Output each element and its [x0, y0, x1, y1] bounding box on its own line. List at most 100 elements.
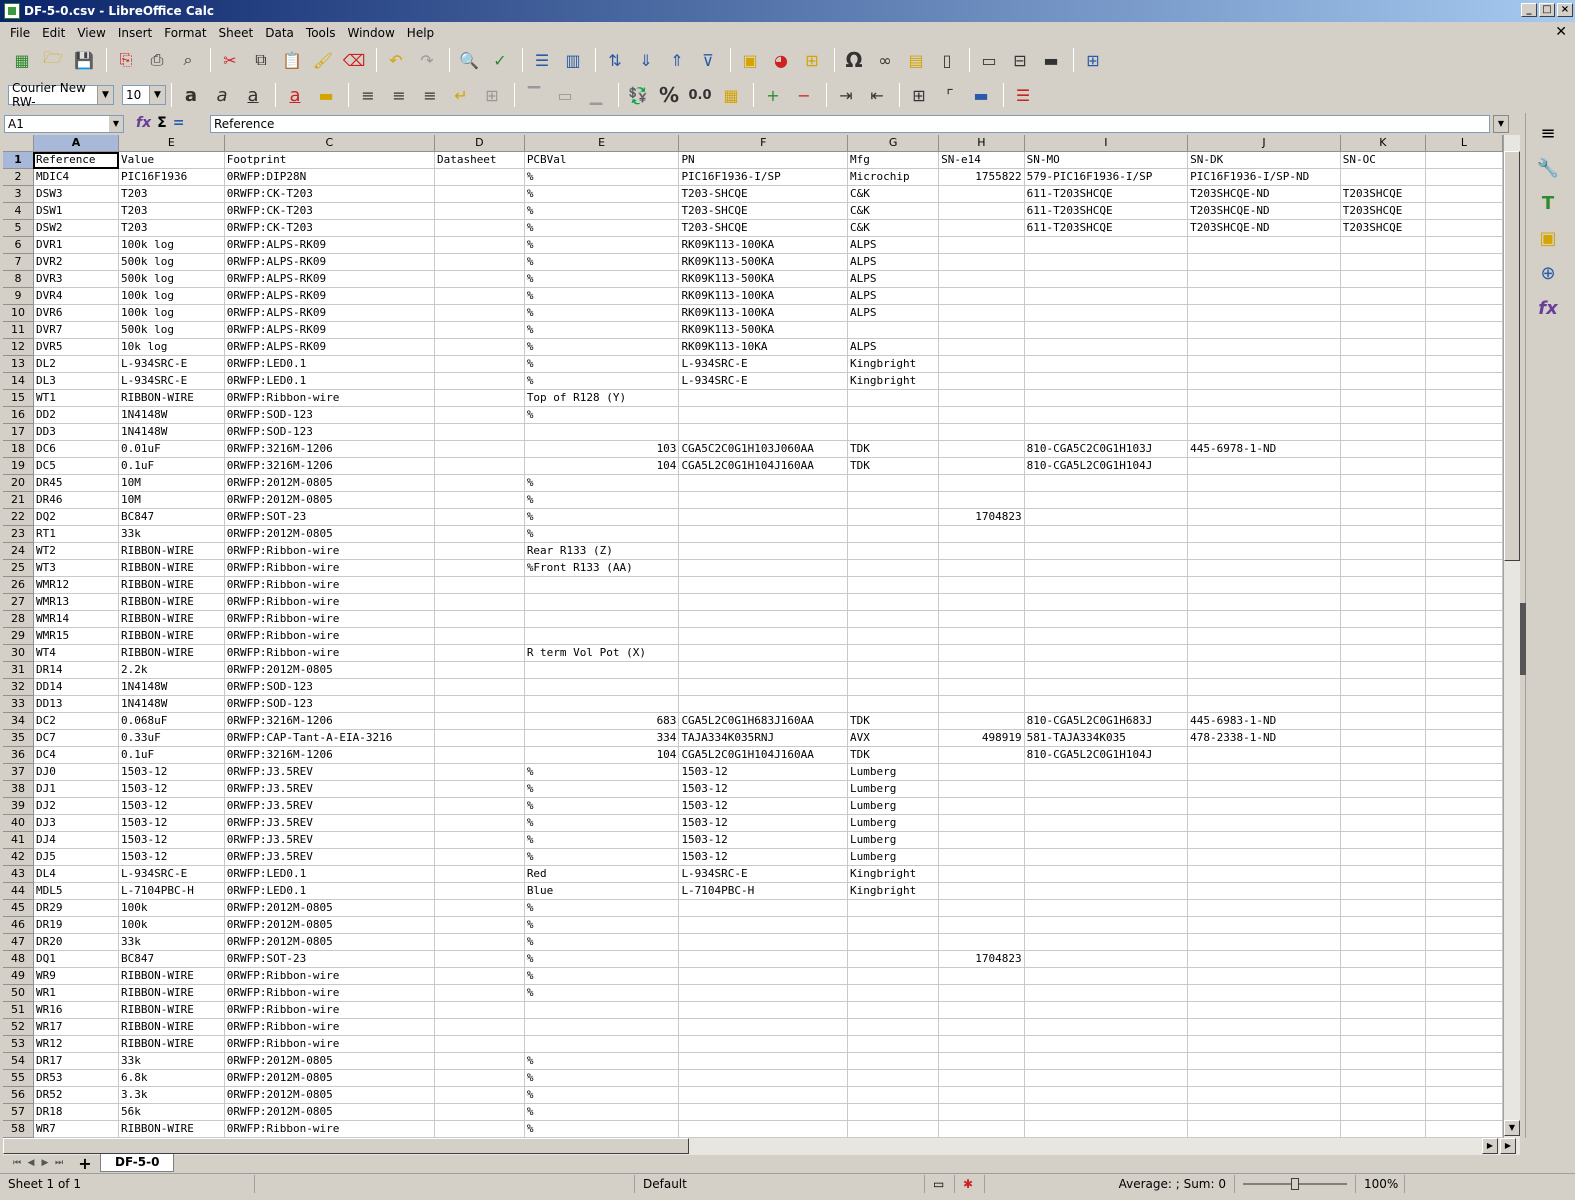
row-header[interactable]: 4: [3, 202, 34, 220]
special-character-icon[interactable]: Ω: [840, 46, 868, 74]
cell[interactable]: 0RWFP:J3.5REV: [224, 848, 435, 866]
cell[interactable]: Lumberg: [847, 831, 940, 849]
cell[interactable]: [938, 967, 1025, 985]
row-header[interactable]: 18: [3, 440, 34, 458]
column-header[interactable]: D: [434, 135, 525, 152]
cell[interactable]: [1187, 678, 1341, 696]
cell[interactable]: DVR4: [33, 287, 120, 305]
cell[interactable]: 100k log: [118, 287, 225, 305]
cell[interactable]: [678, 508, 849, 526]
cell[interactable]: [434, 168, 525, 186]
cell[interactable]: [1187, 508, 1341, 526]
cell[interactable]: RIBBON-WIRE: [118, 542, 225, 560]
column-header[interactable]: I: [1024, 135, 1189, 152]
column-header[interactable]: J: [1187, 135, 1341, 152]
currency-icon[interactable]: 💱: [624, 81, 652, 109]
document-modified-icon[interactable]: ✱: [955, 1174, 985, 1193]
cell[interactable]: %: [524, 406, 680, 424]
cell[interactable]: [1024, 950, 1189, 968]
cell[interactable]: [678, 916, 849, 934]
cell[interactable]: DJ2: [33, 797, 120, 815]
cell[interactable]: [938, 593, 1025, 611]
cell[interactable]: 810-CGA5L2C0G1H104J: [1024, 746, 1189, 764]
cell[interactable]: [434, 270, 525, 288]
cell[interactable]: [938, 185, 1025, 203]
cell[interactable]: C&K: [847, 185, 940, 203]
cell[interactable]: [1024, 865, 1189, 883]
cell[interactable]: 1503-12: [678, 780, 849, 798]
cell[interactable]: RIBBON-WIRE: [118, 389, 225, 407]
cell[interactable]: 1503-12: [678, 814, 849, 832]
vertical-scroll-thumb[interactable]: [1504, 151, 1520, 561]
cell[interactable]: [1340, 967, 1426, 985]
styles-icon[interactable]: T: [1536, 193, 1560, 217]
find-replace-icon[interactable]: 🔍: [455, 46, 483, 74]
cell[interactable]: [1340, 542, 1426, 560]
cell[interactable]: [1340, 1018, 1426, 1036]
export-pdf-icon[interactable]: ⎘: [112, 46, 140, 74]
cell[interactable]: Lumberg: [847, 797, 940, 815]
cell[interactable]: TDK: [847, 746, 940, 764]
cell[interactable]: [847, 321, 940, 339]
cell[interactable]: [1187, 491, 1341, 509]
cell[interactable]: L-934SRC-E: [678, 865, 849, 883]
cell[interactable]: %: [524, 304, 680, 322]
cell[interactable]: [1187, 831, 1341, 849]
row-header[interactable]: 50: [3, 984, 34, 1002]
cell[interactable]: [1340, 1103, 1426, 1121]
cell[interactable]: [678, 593, 849, 611]
row-header[interactable]: 35: [3, 729, 34, 747]
cell[interactable]: [938, 236, 1025, 254]
cell[interactable]: [1187, 746, 1341, 764]
cell[interactable]: [434, 746, 525, 764]
expand-formula-bar-icon[interactable]: ▼: [1493, 115, 1509, 133]
cell[interactable]: %: [524, 1103, 680, 1121]
cell[interactable]: [678, 406, 849, 424]
cell[interactable]: Red: [524, 865, 680, 883]
cell[interactable]: [434, 1018, 525, 1036]
cell[interactable]: [1425, 389, 1503, 407]
comment-icon[interactable]: ▤: [902, 46, 930, 74]
cell[interactable]: 0RWFP:Ribbon-wire: [224, 610, 435, 628]
cell[interactable]: [434, 321, 525, 339]
cell[interactable]: [938, 916, 1025, 934]
row-header[interactable]: 30: [3, 644, 34, 662]
cell[interactable]: [938, 355, 1025, 373]
cell[interactable]: CGA5L2C0G1H683J160AA: [678, 712, 849, 730]
cell[interactable]: [434, 202, 525, 220]
define-print-area-icon[interactable]: ▭: [975, 46, 1003, 74]
cell[interactable]: [524, 610, 680, 628]
row-header[interactable]: 53: [3, 1035, 34, 1053]
cell[interactable]: [1340, 576, 1426, 594]
cell[interactable]: [1340, 287, 1426, 305]
cell[interactable]: [434, 916, 525, 934]
cell[interactable]: WT1: [33, 389, 120, 407]
cell[interactable]: [938, 372, 1025, 390]
cell[interactable]: [1024, 321, 1189, 339]
cell[interactable]: [1425, 1001, 1503, 1019]
cell[interactable]: 0RWFP:CK-T203: [224, 185, 435, 203]
sort-descending-icon[interactable]: ⇓: [632, 46, 660, 74]
cell[interactable]: %: [524, 848, 680, 866]
row-header[interactable]: 46: [3, 916, 34, 934]
open-folder-icon[interactable]: 🗁: [39, 46, 67, 74]
cell[interactable]: [1425, 457, 1503, 475]
cell[interactable]: WR7: [33, 1120, 120, 1138]
row-header[interactable]: 55: [3, 1069, 34, 1087]
cell[interactable]: DR29: [33, 899, 120, 917]
cell[interactable]: Lumberg: [847, 848, 940, 866]
spreadsheet-grid[interactable]: AECDEFGHIJKL 1 Reference Value Footprint Dat…: [3, 135, 1503, 1138]
cell[interactable]: [678, 899, 849, 917]
cell[interactable]: WMR12: [33, 576, 120, 594]
cell[interactable]: 104: [524, 457, 680, 475]
cell[interactable]: [1425, 338, 1503, 356]
cell[interactable]: %: [524, 984, 680, 1002]
cell[interactable]: [1340, 882, 1426, 900]
cell[interactable]: DJ3: [33, 814, 120, 832]
percent-icon[interactable]: %: [655, 81, 683, 109]
cell[interactable]: [847, 627, 940, 645]
cell[interactable]: [434, 695, 525, 713]
cell[interactable]: [678, 1120, 849, 1138]
cell[interactable]: L-934SRC-E: [678, 355, 849, 373]
cell[interactable]: [1425, 746, 1503, 764]
